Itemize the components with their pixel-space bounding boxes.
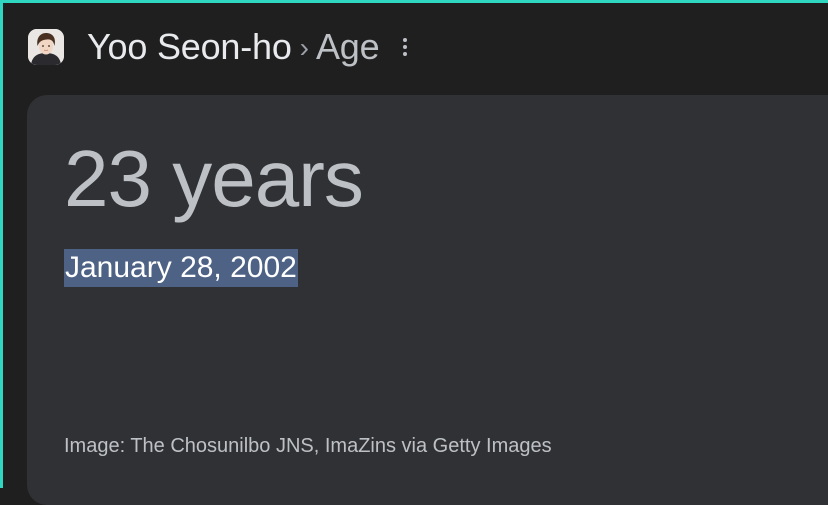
image-credit: Image: The Chosunilbo JNS, ImaZins via G… xyxy=(64,435,552,457)
answer-card: 23 years January 28, 2002 Image: The Cho… xyxy=(27,95,828,505)
knowledge-panel-header: Yoo Seon-ho › Age xyxy=(3,3,828,91)
breadcrumb-separator-icon: › xyxy=(299,32,309,63)
breadcrumb-entity-name[interactable]: Yoo Seon-ho xyxy=(87,26,292,68)
breadcrumb: Yoo Seon-ho › Age xyxy=(87,25,411,69)
breadcrumb-attribute: Age xyxy=(316,26,380,67)
avatar[interactable] xyxy=(28,29,64,65)
person-photo-icon xyxy=(28,29,64,65)
birth-date-selected-text[interactable]: January 28, 2002 xyxy=(64,249,298,287)
age-answer: 23 years xyxy=(64,134,364,223)
more-vert-icon[interactable] xyxy=(399,35,411,59)
